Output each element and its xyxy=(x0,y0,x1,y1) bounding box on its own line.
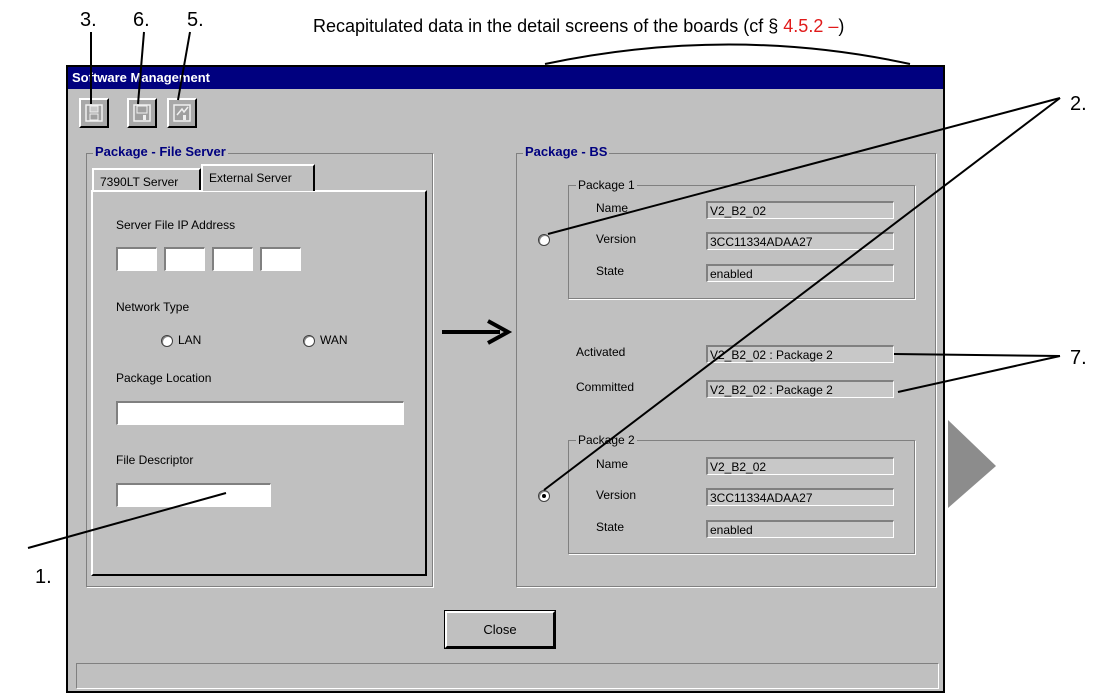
network-type-label: Network Type xyxy=(116,300,190,314)
software-management-window: Software Management Package - File Serve… xyxy=(66,65,945,693)
committed-label: Committed xyxy=(576,380,635,394)
gray-chevron-shape xyxy=(948,420,996,508)
tab-7390lt-server[interactable]: 7390LT Server xyxy=(92,168,201,192)
package-1-version-label: Version xyxy=(596,232,637,246)
package-2-state-label: State xyxy=(596,520,625,534)
package-1-radio[interactable] xyxy=(538,234,550,246)
annotation-2: 2. xyxy=(1070,93,1087,115)
package-2-version: 3CC11334ADAA27 xyxy=(706,488,894,506)
package-1-title: Package 1 xyxy=(576,178,637,192)
ip-octet-3[interactable] xyxy=(212,247,253,271)
wan-label: WAN xyxy=(320,333,348,347)
file-descriptor-label: File Descriptor xyxy=(116,453,194,467)
floppy-icon xyxy=(85,104,103,122)
package-file-server-title: Package - File Server xyxy=(93,144,228,159)
status-bar xyxy=(76,663,939,689)
annotation-6: 6. xyxy=(133,9,150,31)
caption-end: ) xyxy=(838,16,845,36)
file-descriptor-input[interactable] xyxy=(116,483,271,507)
package-2-name-label: Name xyxy=(596,457,629,471)
annotation-5: 5. xyxy=(187,9,204,31)
annotation-1: 1. xyxy=(35,566,52,588)
package-2-radio[interactable] xyxy=(538,490,550,502)
activated-label: Activated xyxy=(576,345,626,359)
package-2-name: V2_B2_02 xyxy=(706,457,894,475)
close-button[interactable]: Close xyxy=(445,611,555,648)
annotation-7: 7. xyxy=(1070,347,1087,369)
package-2-version-label: Version xyxy=(596,488,637,502)
package-1-version: 3CC11334ADAA27 xyxy=(706,232,894,250)
radio-lan[interactable] xyxy=(161,335,173,347)
arrow-right-icon xyxy=(442,319,513,345)
activated-value: V2_B2_02 : Package 2 xyxy=(706,345,894,363)
lan-label: LAN xyxy=(178,333,202,347)
annotation-3: 3. xyxy=(80,9,97,31)
window-title: Software Management xyxy=(68,67,943,89)
package-1-state-label: State xyxy=(596,264,625,278)
package-1-state: enabled xyxy=(706,264,894,282)
package-1-name: V2_B2_02 xyxy=(706,201,894,219)
toolbar-button-6[interactable] xyxy=(127,98,157,128)
package-location-label: Package Location xyxy=(116,371,212,385)
floppy-icon xyxy=(133,104,151,122)
package-1-name-label: Name xyxy=(596,201,629,215)
ip-octet-4[interactable] xyxy=(260,247,301,271)
package-location-input[interactable] xyxy=(116,401,404,425)
caption: Recapitulated data in the detail screens… xyxy=(313,16,844,37)
toolbar-button-3[interactable] xyxy=(79,98,109,128)
committed-value: V2_B2_02 : Package 2 xyxy=(706,380,894,398)
ip-octet-1[interactable] xyxy=(116,247,157,271)
caption-text: Recapitulated data in the detail screens… xyxy=(313,16,784,36)
package-2-state: enabled xyxy=(706,520,894,538)
tab-external-server[interactable]: External Server xyxy=(201,164,315,191)
server-ip-label: Server File IP Address xyxy=(116,218,236,232)
floppy-icon xyxy=(173,104,191,122)
caption-reference: 4.5.2 – xyxy=(783,16,839,36)
ip-octet-2[interactable] xyxy=(164,247,205,271)
radio-wan[interactable] xyxy=(303,335,315,347)
toolbar-button-5[interactable] xyxy=(167,98,197,128)
package-2-title: Package 2 xyxy=(576,433,637,447)
package-bs-title: Package - BS xyxy=(523,144,610,159)
